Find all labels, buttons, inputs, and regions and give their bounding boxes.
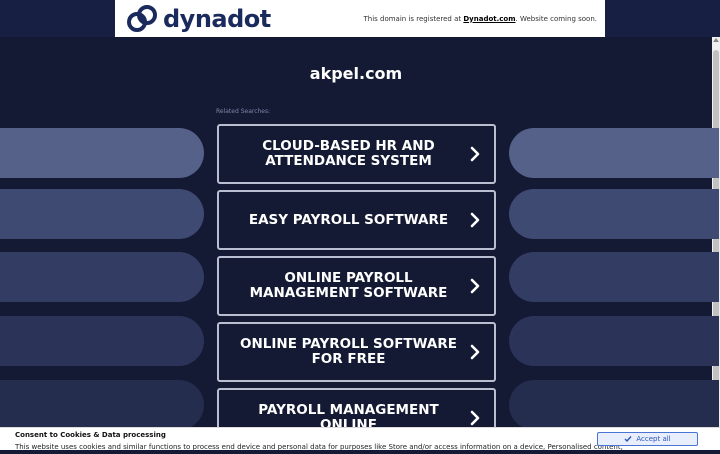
notice-prefix: This domain is registered at: [363, 14, 464, 23]
chevron-right-icon: [470, 146, 480, 162]
decor-shape-right: [509, 128, 719, 178]
related-links: CLOUD-BASED HR AND ATTENDANCE SYSTEM EAS…: [217, 124, 496, 454]
scroll-up-icon[interactable]: [713, 38, 719, 42]
decor-shape-left: [0, 316, 204, 366]
chevron-right-icon: [470, 344, 480, 360]
registration-notice: This domain is registered at Dynadot.com…: [363, 15, 597, 23]
chevron-right-icon: [470, 410, 480, 426]
decor-shape-left: [0, 252, 204, 302]
related-link-label: ONLINE PAYROLL MANAGEMENT SOFTWARE: [249, 270, 448, 301]
related-link-label: ONLINE PAYROLL SOFTWARE FOR FREE: [240, 336, 457, 367]
accept-all-button[interactable]: Accept all: [597, 432, 698, 446]
related-link-2[interactable]: ONLINE PAYROLL MANAGEMENT SOFTWARE: [217, 256, 496, 316]
chevron-right-icon: [470, 212, 480, 228]
decor-shape-left: [0, 380, 204, 430]
related-link-label: EASY PAYROLL SOFTWARE: [248, 211, 449, 228]
chevron-right-icon: [470, 278, 480, 294]
accept-all-label: Accept all: [636, 435, 671, 443]
related-link-0[interactable]: CLOUD-BASED HR AND ATTENDANCE SYSTEM: [217, 124, 496, 184]
related-link-3[interactable]: ONLINE PAYROLL SOFTWARE FOR FREE: [217, 322, 496, 382]
dynadot-logo-icon: [127, 4, 157, 32]
decor-shape-right: [509, 316, 719, 366]
scrollbar-thumb[interactable]: [713, 50, 719, 430]
decor-shape-right: [509, 252, 719, 302]
related-link-label: CLOUD-BASED HR AND ATTENDANCE SYSTEM: [262, 138, 435, 169]
registrar-link[interactable]: Dynadot.com: [463, 15, 515, 23]
related-link-1[interactable]: EASY PAYROLL SOFTWARE: [217, 190, 496, 250]
registrar-banner: dynadot This domain is registered at Dyn…: [115, 0, 605, 37]
decor-shape-right: [509, 189, 719, 239]
notice-suffix: . Website coming soon.: [515, 14, 597, 23]
decor-shape-left: [0, 189, 204, 239]
domain-title: akpel.com: [309, 64, 403, 83]
brand[interactable]: dynadot: [127, 4, 271, 34]
check-icon: [624, 436, 632, 443]
brand-name: dynadot: [163, 4, 271, 33]
decor-shape-left: [0, 128, 204, 178]
related-searches-label: Related Searches:: [216, 108, 271, 115]
decor-shape-right: [509, 380, 719, 430]
cookie-title: Consent to Cookies & Data processing: [15, 431, 166, 439]
